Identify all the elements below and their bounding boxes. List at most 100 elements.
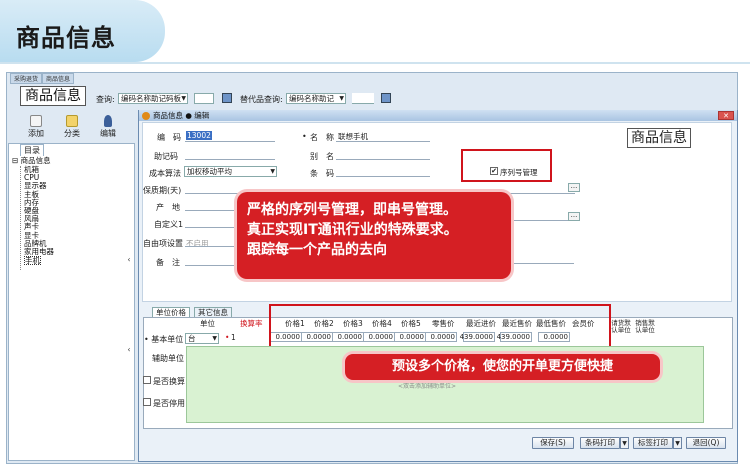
rate-required: • [225, 333, 230, 342]
barcode-field[interactable] [336, 176, 430, 177]
grid-column-header: 请货默认单位 [611, 319, 631, 334]
highlight-prices [269, 304, 611, 351]
convert-label: 是否换算 [153, 377, 185, 386]
alt-query-select[interactable]: 编码名称助记 ▼ [286, 93, 346, 104]
unit-select[interactable]: 台 ▼ [185, 333, 219, 344]
custom-settings-field[interactable] [185, 246, 235, 247]
mnemonic-field[interactable] [185, 159, 275, 160]
chevron-down-icon: ▼ [181, 95, 186, 102]
remark-field[interactable] [185, 265, 235, 266]
name-field[interactable] [336, 141, 430, 142]
tree-tab-catalog[interactable]: 目录 [20, 144, 44, 156]
tab-product-info[interactable]: 商品信息 [42, 73, 75, 84]
product-title-box: 商品信息 [627, 128, 691, 148]
edit-label: 编辑 [100, 129, 116, 138]
cost-method-value: 加权移动平均 [187, 167, 232, 176]
query-select[interactable]: 编码名称助记码板 ▼ [118, 93, 188, 104]
disable-checkbox[interactable] [143, 398, 151, 406]
code-value[interactable]: 13002 [186, 131, 212, 140]
alt-query-label: 替代品查询: [240, 95, 283, 104]
chevron-down-icon: ▼ [339, 95, 344, 102]
remark-label: 备 注 [156, 258, 180, 267]
name-label: 名 称 [310, 133, 334, 142]
tree-item[interactable]: 家用电器 [24, 248, 54, 256]
callout-line: 严格的序列号管理，即串号管理。 [247, 202, 457, 218]
shelf-life-label: 保质期(天) [143, 186, 182, 195]
custom-field[interactable] [185, 227, 235, 228]
custom-field-right[interactable] [512, 220, 574, 221]
custom-field-label: 自定义1 [154, 220, 184, 229]
barcode-label: 条 码 [310, 169, 334, 178]
tree-root-label: 商品信息 [20, 156, 51, 165]
highlight-serial [461, 149, 552, 182]
query-label: 查询: [96, 95, 115, 104]
document-icon [30, 115, 42, 127]
callout-line: 跟踪每一个产品的去向 [247, 242, 387, 258]
chevron-down-icon: ▼ [212, 335, 217, 342]
serial-callout: 严格的序列号管理，即串号管理。 真正实现IT通讯行业的特殊要求。 跟踪每一个产品… [237, 192, 511, 279]
tab-purchase-return[interactable]: 采购退货 [10, 73, 43, 84]
banner-divider [0, 62, 750, 64]
app-tabstrip: 采购退货 商品信息 [10, 73, 90, 84]
origin-field[interactable] [185, 210, 235, 211]
aux-unit-placeholder: <双击添加辅助单位> [398, 383, 457, 390]
category-button[interactable]: 分类 [58, 115, 86, 139]
page-root: 商品信息 采购退货 商品信息 商品信息 查询: 编码名称助记码板 ▼ 替代品查询: … [0, 0, 750, 468]
app-icon [142, 112, 150, 120]
basic-unit-label: • 基本单位 [144, 335, 184, 344]
unit-value: 台 [188, 334, 196, 343]
tree-item[interactable]: 手机 [24, 256, 41, 266]
mnemonic-label: 助记码 [154, 152, 178, 161]
custom-settings-value[interactable]: 不启用 [186, 238, 209, 249]
remark-field-right[interactable] [512, 263, 574, 264]
cost-method-label: 成本算法 [149, 169, 181, 178]
save-button[interactable]: 保存(S) [532, 437, 574, 449]
more-icon[interactable]: ... [568, 183, 580, 192]
chevron-down-icon[interactable]: ▼ [620, 437, 629, 449]
rate-value[interactable]: 1 [231, 333, 236, 342]
grid-column-header: 销售默认单位 [635, 319, 655, 334]
convert-checkbox[interactable] [143, 376, 151, 384]
exit-button[interactable]: 退回(Q) [686, 437, 726, 449]
search-icon[interactable] [381, 93, 391, 103]
page-title: 商品信息 [16, 24, 116, 52]
price-callout: 预设多个价格，使您的开单更方便快捷 [345, 354, 660, 380]
custom-settings-label: 自由项设置 [143, 239, 183, 248]
pen-icon [104, 115, 112, 127]
origin-label: 产 地 [156, 203, 180, 212]
search-icon[interactable] [222, 93, 232, 103]
add-label: 添加 [28, 129, 44, 138]
alt-query-select-value: 编码名称助记 [289, 94, 334, 103]
code-label: 编 码 [157, 133, 181, 142]
grid-column-header: 单位 [200, 319, 215, 328]
aux-unit-label: 辅助单位 [152, 354, 184, 363]
barcode-print-button[interactable]: 条码打印 [580, 437, 620, 449]
alias-field[interactable] [336, 159, 430, 160]
code-field[interactable] [185, 141, 275, 142]
callout-line: 真正实现IT通讯行业的特殊要求。 [247, 222, 458, 238]
cost-method-select[interactable]: 加权移动平均 ▼ [184, 166, 277, 177]
more-icon[interactable]: ... [568, 212, 580, 221]
add-button[interactable]: 添加 [22, 115, 50, 139]
tree-root[interactable]: ⊟ 商品信息 [12, 157, 51, 165]
tree-connector [20, 166, 21, 270]
close-button[interactable]: ✕ [718, 111, 734, 120]
dialog-titlebar: 商品信息 ● 编辑 [139, 110, 737, 121]
alt-query-input[interactable] [352, 93, 374, 104]
grid-column-header: 换算率 [240, 319, 263, 328]
dialog-title: 商品信息 ● 编辑 [153, 111, 210, 120]
required-mark: • [302, 132, 307, 141]
chevron-down-icon[interactable]: ▼ [673, 437, 682, 449]
chevron-down-icon: ▼ [270, 168, 275, 175]
disable-label: 是否停用 [153, 399, 185, 408]
query-input[interactable] [194, 93, 214, 104]
query-select-value: 编码名称助记码板 [121, 94, 181, 103]
collapse-left-icon[interactable]: ‹ [125, 345, 133, 359]
label-print-button[interactable]: 标签打印 [633, 437, 673, 449]
app-page-title: 商品信息 [20, 86, 86, 106]
collapse-left-icon[interactable]: ‹ [125, 255, 133, 269]
folder-icon [66, 115, 78, 127]
alias-label: 别 名 [310, 152, 334, 161]
category-label: 分类 [64, 129, 80, 138]
edit-button[interactable]: 编辑 [94, 115, 122, 139]
